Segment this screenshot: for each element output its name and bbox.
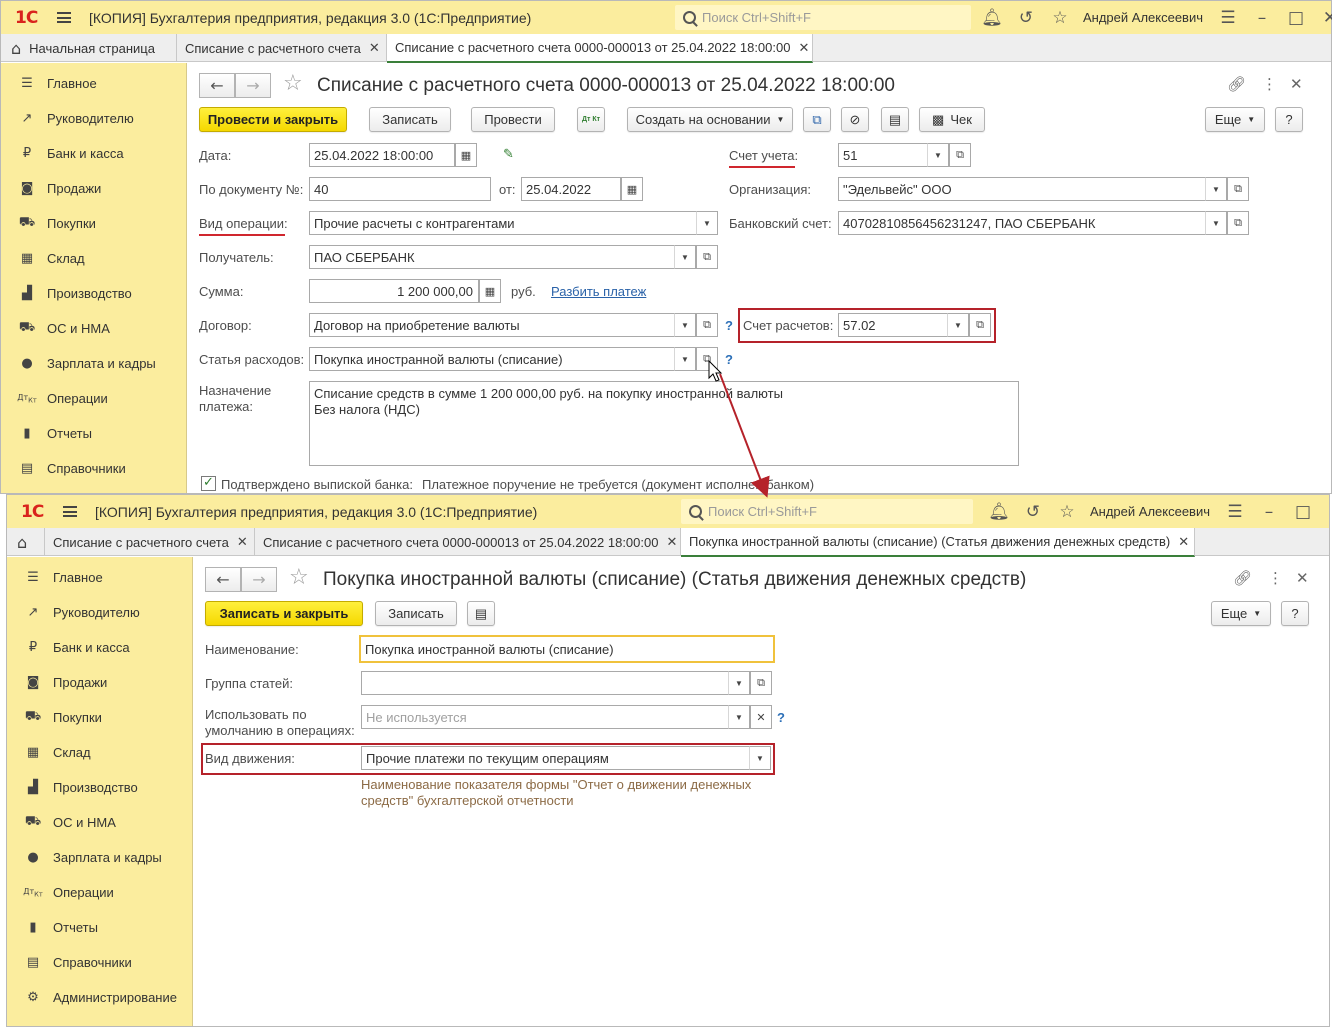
annotation-arrow: [708, 359, 770, 498]
mouse-cursor-icon: [708, 359, 723, 382]
